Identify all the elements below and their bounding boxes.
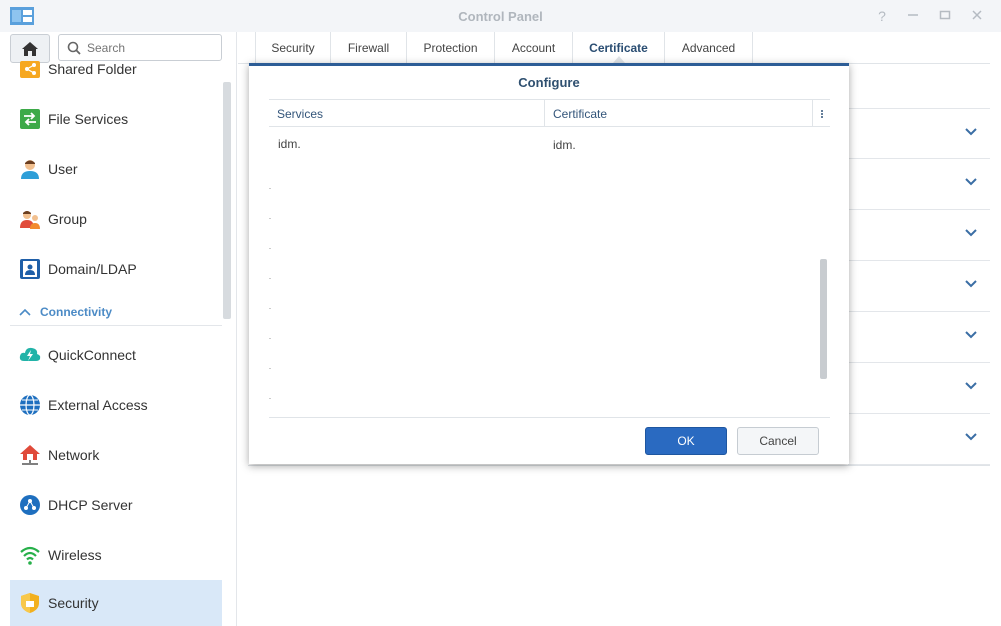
security-shield-icon <box>19 592 41 614</box>
chevron-down-icon <box>965 331 977 339</box>
active-tab-indicator <box>613 56 625 63</box>
list-row[interactable] <box>848 312 990 363</box>
help-icon[interactable]: ? <box>874 8 890 24</box>
sidebar-scrollbar[interactable] <box>223 82 231 319</box>
row-marker <box>269 308 271 309</box>
grid-scrollbar[interactable] <box>820 259 827 379</box>
tab-advanced[interactable]: Advanced <box>665 32 753 64</box>
sidebar-item-external-access[interactable]: External Access <box>10 383 222 427</box>
service-cell: idm. <box>278 137 301 151</box>
sidebar-item-label: QuickConnect <box>48 347 136 363</box>
sidebar-item-security[interactable]: Security <box>10 580 222 626</box>
sidebar-item-domain-ldap[interactable]: Domain/LDAP <box>10 247 222 291</box>
sidebar-item-label: File Services <box>48 111 129 127</box>
window-title: Control Panel <box>458 9 543 24</box>
list-row[interactable] <box>848 108 990 159</box>
certificate-cell[interactable]: idm. <box>553 138 576 152</box>
sidebar-item-label: User <box>48 161 78 177</box>
row-marker <box>269 188 271 189</box>
row-marker <box>269 218 271 219</box>
quickconnect-icon <box>19 344 41 366</box>
configure-dialog: Configure Services Certificate idm. idm.… <box>249 63 849 464</box>
row-marker <box>269 338 271 339</box>
row-marker <box>269 248 271 249</box>
row-marker <box>269 368 271 369</box>
sidebar-item-label: Security <box>48 595 99 611</box>
dhcp-server-icon <box>19 494 41 516</box>
chevron-down-icon <box>965 382 977 390</box>
dialog-title: Configure <box>518 75 580 90</box>
list-row[interactable] <box>848 159 990 210</box>
sidebar-item-label: Group <box>48 211 87 227</box>
sidebar-item-label: Network <box>48 447 100 463</box>
column-menu-button[interactable] <box>813 100 830 127</box>
sidebar-item-user[interactable]: User <box>10 147 222 191</box>
maximize-icon[interactable] <box>937 8 953 24</box>
section-header-label: Connectivity <box>40 304 113 319</box>
sidebar-item-label: Wireless <box>48 547 102 563</box>
divider <box>248 465 990 466</box>
chevron-down-icon <box>965 280 977 288</box>
ok-button[interactable]: OK <box>645 427 727 455</box>
wireless-icon <box>19 544 41 566</box>
cancel-button[interactable]: Cancel <box>737 427 819 455</box>
sidebar-item-label: DHCP Server <box>48 497 133 513</box>
more-vertical-icon <box>820 109 823 118</box>
chevron-down-icon <box>965 433 977 441</box>
tab-firewall[interactable]: Firewall <box>331 32 407 64</box>
minimize-icon[interactable] <box>905 8 921 24</box>
close-icon[interactable] <box>969 8 985 24</box>
user-icon <box>19 158 41 180</box>
list-row[interactable] <box>848 261 990 312</box>
sidebar-item-shared-folder[interactable]: Shared Folder <box>10 47 222 91</box>
sidebar-item-wireless[interactable]: Wireless <box>10 533 222 577</box>
external-access-icon <box>19 394 41 416</box>
list-row[interactable] <box>848 210 990 261</box>
column-header-certificate[interactable]: Certificate <box>545 100 812 127</box>
list-row[interactable] <box>848 414 990 465</box>
sidebar-item-label: Domain/LDAP <box>48 261 137 277</box>
sidebar-item-file-services[interactable]: File Services <box>10 97 222 141</box>
row-marker <box>269 398 271 399</box>
sidebar-item-quickconnect[interactable]: QuickConnect <box>10 333 222 377</box>
sidebar-item-label: External Access <box>48 397 148 413</box>
sidebar-item-network[interactable]: Network <box>10 433 222 477</box>
sidebar-item-label: Shared Folder <box>48 61 137 77</box>
domain-ldap-icon <box>19 258 41 280</box>
group-icon <box>19 208 41 230</box>
file-services-icon <box>19 108 41 130</box>
row-marker <box>269 278 271 279</box>
section-header-connectivity[interactable]: Connectivity <box>10 298 222 326</box>
divider <box>269 417 830 418</box>
chevron-up-icon <box>19 308 31 316</box>
chevron-down-icon <box>965 128 977 136</box>
tab-security[interactable]: Security <box>255 32 331 64</box>
network-icon <box>19 444 41 466</box>
list-row[interactable] <box>848 363 990 414</box>
shared-folder-icon <box>19 58 41 80</box>
title-bar: Control Panel ? <box>0 0 1001 32</box>
chevron-down-icon <box>965 178 977 186</box>
chevron-down-icon <box>965 229 977 237</box>
sidebar: Shared Folder File Services User Group D… <box>0 32 237 626</box>
sidebar-item-group[interactable]: Group <box>10 197 222 241</box>
tab-account[interactable]: Account <box>495 32 573 64</box>
tab-protection[interactable]: Protection <box>407 32 495 64</box>
column-header-services[interactable]: Services <box>269 100 544 127</box>
sidebar-item-dhcp-server[interactable]: DHCP Server <box>10 483 222 527</box>
grid-header: Services Certificate <box>269 99 830 127</box>
